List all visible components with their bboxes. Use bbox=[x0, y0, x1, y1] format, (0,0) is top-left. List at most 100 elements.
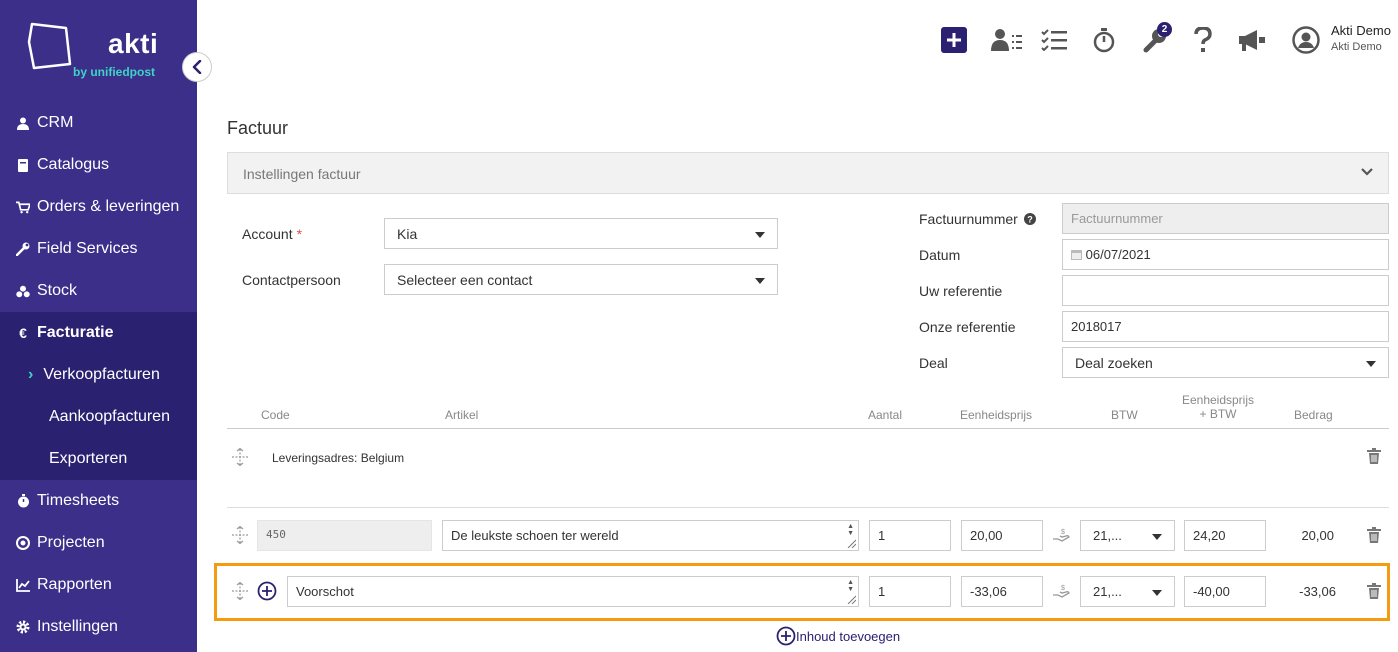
sidebar-item-rapporten[interactable]: Rapporten bbox=[0, 564, 197, 606]
sidebar-nav-lower: Timesheets Projecten Rapporten Instellin… bbox=[0, 480, 197, 648]
delivery-address: Leveringsadres: Belgium bbox=[272, 451, 405, 465]
user-circle-icon bbox=[1292, 26, 1320, 54]
drag-handle-icon[interactable] bbox=[230, 447, 250, 467]
resize-grip-icon[interactable] bbox=[846, 538, 856, 548]
caret-down-icon bbox=[1366, 361, 1376, 367]
add-new-button[interactable] bbox=[940, 26, 968, 54]
sidebar-item-field-services[interactable]: Field Services bbox=[0, 228, 197, 270]
sidebar-item-label: Facturatie bbox=[37, 324, 114, 341]
user-name[interactable]: Akti Demo bbox=[1331, 23, 1391, 38]
trash-icon bbox=[1367, 583, 1381, 599]
deal-select[interactable]: Deal zoeken bbox=[1062, 347, 1389, 378]
sidebar: akti by unifiedpost CRM Catalogus Orders… bbox=[0, 0, 197, 652]
sidebar-item-label: Projecten bbox=[37, 534, 105, 551]
help-button[interactable] bbox=[1189, 26, 1217, 54]
svg-text:$: $ bbox=[1061, 585, 1065, 592]
resize-grip-icon[interactable] bbox=[846, 594, 856, 604]
row-amount: -33,06 bbox=[1299, 584, 1336, 599]
date-label: Datum bbox=[919, 247, 961, 263]
sidebar-item-label: Catalogus bbox=[37, 156, 110, 173]
price-hand-icon[interactable]: $ bbox=[1051, 581, 1071, 601]
deal-select-value: Deal zoeken bbox=[1075, 355, 1153, 371]
sidebar-subitem-label: Exporteren bbox=[49, 450, 128, 467]
sidebar-item-catalogus[interactable]: Catalogus bbox=[0, 144, 197, 186]
contact-select[interactable]: Selecteer een contact bbox=[384, 264, 778, 295]
sidebar-item-projecten[interactable]: Projecten bbox=[0, 522, 197, 564]
spinner-icon: ▲ ▼ bbox=[847, 523, 854, 537]
sidebar-subitem-exporteren[interactable]: Exporteren bbox=[0, 438, 197, 480]
tasks-button[interactable] bbox=[1040, 26, 1068, 54]
announcements-button[interactable] bbox=[1236, 26, 1268, 54]
delete-row-button[interactable] bbox=[1366, 447, 1382, 465]
delete-row-button[interactable] bbox=[1366, 582, 1382, 600]
book-icon bbox=[16, 158, 30, 172]
quantity-input[interactable]: 1 bbox=[869, 520, 951, 551]
our-reference-label: Onze referentie bbox=[919, 319, 1016, 335]
contacts-list-button[interactable] bbox=[991, 26, 1023, 54]
tools-button[interactable]: 2 bbox=[1138, 22, 1174, 54]
date-input[interactable]: 06/07/2021 bbox=[1062, 239, 1389, 270]
invoice-settings-panel[interactable]: Instellingen factuur bbox=[227, 152, 1389, 194]
account-select[interactable]: Kia bbox=[384, 218, 778, 249]
svg-text:?: ? bbox=[1027, 215, 1033, 225]
sidebar-collapse-button[interactable] bbox=[182, 52, 212, 82]
unit-price-input[interactable]: -33,06 bbox=[961, 576, 1043, 607]
sidebar-item-stock[interactable]: Stock bbox=[0, 270, 197, 312]
sidebar-subitem-verkoopfacturen[interactable]: › Verkoopfacturen bbox=[0, 354, 197, 396]
row-divider bbox=[227, 507, 1389, 508]
drag-handle-icon[interactable] bbox=[230, 581, 250, 601]
chevron-left-icon bbox=[192, 60, 202, 74]
sidebar-item-instellingen[interactable]: Instellingen bbox=[0, 606, 197, 648]
quantity-input[interactable]: 1 bbox=[869, 576, 951, 607]
page-title: Factuur bbox=[227, 118, 289, 138]
article-textarea[interactable]: Voorschot ▲ ▼ bbox=[287, 576, 859, 607]
svg-text:$: $ bbox=[1061, 529, 1065, 536]
sidebar-item-timesheets[interactable]: Timesheets bbox=[0, 480, 197, 522]
logo-shape-icon bbox=[27, 22, 72, 70]
target-icon bbox=[16, 536, 30, 550]
timer-button[interactable] bbox=[1090, 26, 1118, 54]
sidebar-item-orders[interactable]: Orders & leveringen bbox=[0, 186, 197, 228]
account-label: Account * bbox=[242, 226, 303, 242]
sidebar-subitem-aankoopfacturen[interactable]: Aankoopfacturen bbox=[0, 396, 197, 438]
caret-down-icon bbox=[755, 278, 765, 284]
sidebar-subitem-label: Verkoopfacturen bbox=[43, 366, 160, 383]
unit-price-input[interactable]: 20,00 bbox=[961, 520, 1043, 551]
sidebar-item-crm[interactable]: CRM bbox=[0, 102, 197, 144]
contact-label: Contactpersoon bbox=[242, 272, 341, 288]
add-content-label: Inhoud toevoegen bbox=[796, 628, 901, 644]
user-avatar[interactable] bbox=[1292, 26, 1320, 54]
sidebar-item-label: Timesheets bbox=[37, 492, 120, 509]
your-reference-input[interactable] bbox=[1062, 275, 1389, 306]
your-reference-label: Uw referentie bbox=[919, 283, 1003, 299]
question-icon bbox=[1194, 27, 1212, 52]
column-header-quantity: Aantal bbox=[868, 408, 903, 422]
caret-down-icon bbox=[1152, 590, 1162, 596]
calendar-icon bbox=[1071, 250, 1082, 260]
article-textarea[interactable]: De leukste schoen ter wereld ▲ ▼ bbox=[442, 520, 859, 551]
table-header-divider bbox=[227, 428, 1389, 429]
chevron-down-icon bbox=[1361, 168, 1373, 176]
invoice-number-input: Factuurnummer bbox=[1062, 203, 1389, 234]
add-content-button[interactable]: Inhoud toevoegen bbox=[776, 626, 900, 646]
unit-price-vat-input[interactable]: -40,00 bbox=[1184, 576, 1266, 607]
boxes-icon bbox=[16, 284, 30, 298]
user-icon bbox=[16, 116, 30, 130]
add-subline-button[interactable] bbox=[257, 581, 277, 601]
user-company: Akti Demo bbox=[1331, 41, 1382, 53]
our-reference-input[interactable]: 2018017 bbox=[1062, 311, 1389, 342]
stopwatch-icon bbox=[16, 494, 30, 508]
price-hand-icon[interactable]: $ bbox=[1051, 525, 1071, 545]
sidebar-item-facturatie[interactable]: € Facturatie bbox=[0, 312, 197, 354]
drag-handle-icon[interactable] bbox=[230, 525, 250, 545]
vat-select[interactable]: 21,... bbox=[1080, 576, 1175, 607]
logo[interactable]: akti by unifiedpost bbox=[0, 0, 197, 100]
help-circle-icon[interactable]: ? bbox=[1023, 213, 1036, 225]
chevron-right-icon: › bbox=[28, 366, 34, 383]
column-header-article: Artikel bbox=[445, 408, 479, 422]
sidebar-item-label: Instellingen bbox=[37, 618, 118, 635]
vat-select[interactable]: 21,... bbox=[1080, 520, 1175, 551]
unit-price-vat-input[interactable]: 24,20 bbox=[1184, 520, 1266, 551]
delete-row-button[interactable] bbox=[1366, 526, 1382, 544]
sidebar-item-label: CRM bbox=[37, 114, 74, 131]
